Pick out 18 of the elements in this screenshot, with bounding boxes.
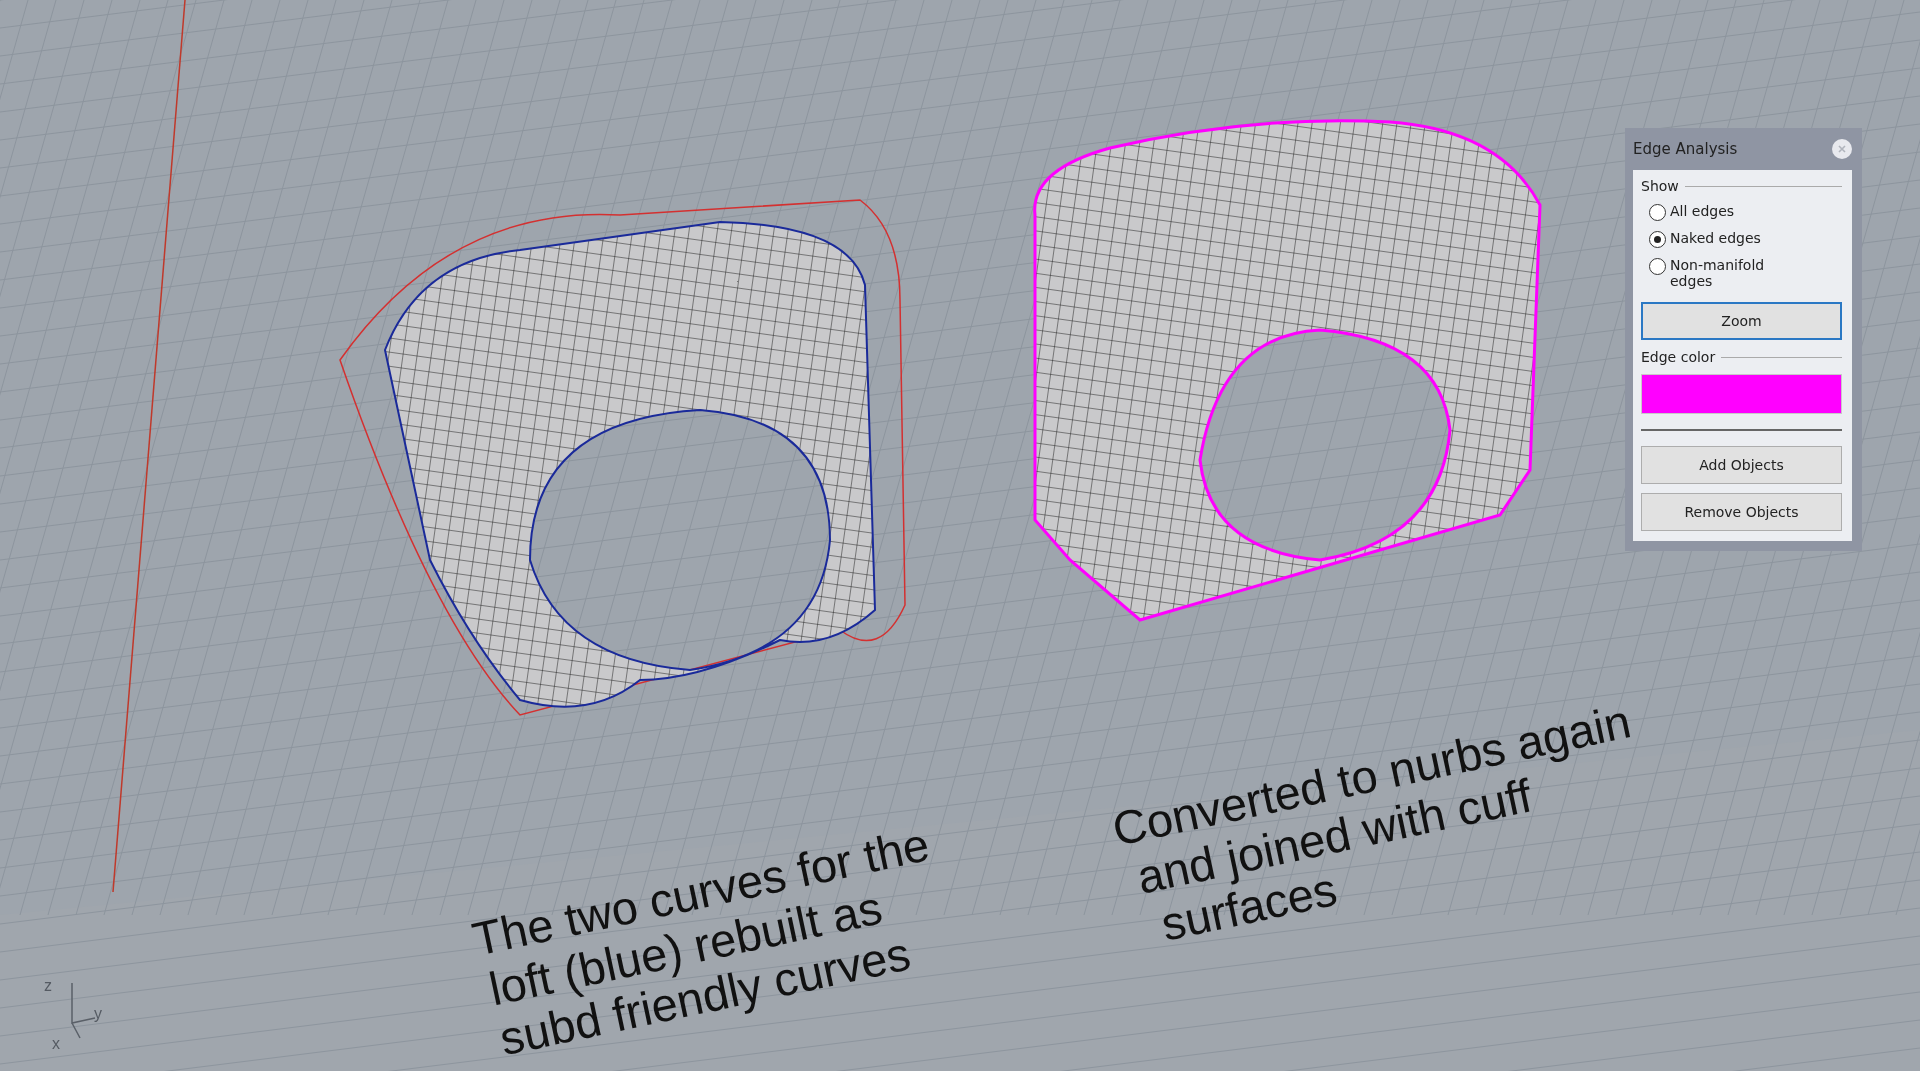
axis-label: x [52,1035,60,1053]
radio-button[interactable] [1649,231,1666,248]
annotation-text: Converted to nurbs again and joined with cuff surfaces [1108,695,1637,954]
axis-label: z [44,977,52,995]
action-button[interactable]: Add Objects [1641,446,1842,484]
group-label: Edge color [1641,349,1716,365]
radio-label[interactable]: All edges [1670,203,1790,219]
axis-label: y [94,1005,102,1023]
color-swatch[interactable] [1641,374,1842,414]
annotation-text: The two curves for the loft (blue) rebuilt as subd friendly curves [468,818,935,1067]
radio-button[interactable] [1649,204,1666,221]
zoom-button[interactable]: Zoom [1641,302,1842,340]
radio-label[interactable]: Non-manifold edges [1670,257,1790,289]
radio-label[interactable]: Naked edges [1670,230,1790,246]
panel-title: Edge Analysis [1633,140,1738,158]
radio-button[interactable] [1649,258,1666,275]
group-label: Show [1641,178,1679,194]
action-button[interactable]: Remove Objects [1641,493,1842,531]
